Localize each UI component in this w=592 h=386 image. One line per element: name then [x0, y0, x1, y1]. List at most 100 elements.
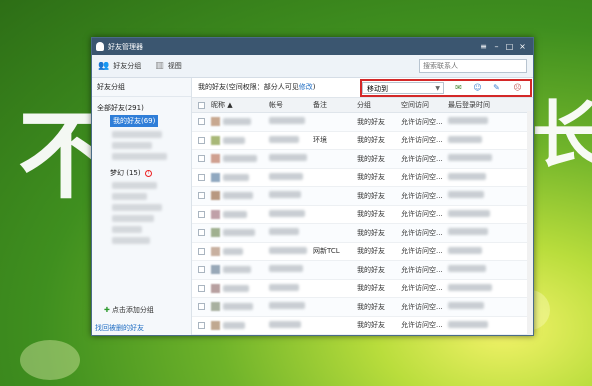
space-access-cell: 允许访问空...: [401, 173, 443, 182]
tab-view-label: 视图: [167, 62, 182, 70]
row-checkbox[interactable]: [198, 136, 205, 144]
scrollbar[interactable]: [527, 111, 533, 335]
table-header: 昵称 ▲ 帐号 备注 分组 空间访问 最后登录时间: [192, 97, 533, 113]
add-friend-icon[interactable]: ☺: [472, 83, 483, 93]
edit-friend-icon[interactable]: ✎: [491, 83, 502, 93]
table-row[interactable]: 我的好友 允许访问空...: [192, 280, 533, 298]
table-row[interactable]: 我的好友 允许访问空...: [192, 169, 533, 187]
group-item-blurred[interactable]: [112, 226, 142, 233]
blurred-nickname: [223, 303, 253, 311]
space-access-cell: 允许访问空...: [401, 210, 443, 219]
row-checkbox[interactable]: [198, 266, 205, 274]
account-cell: [269, 283, 313, 293]
modify-permission-link[interactable]: 修改: [299, 83, 313, 91]
permission-close: ): [312, 83, 316, 91]
tab-friend-groups-label: 好友分组: [113, 62, 142, 70]
row-checkbox[interactable]: [198, 247, 205, 255]
group-my-friends[interactable]: 我的好友(69): [110, 115, 159, 127]
search-input[interactable]: [419, 59, 527, 73]
row-checkbox[interactable]: [198, 173, 205, 181]
row-checkbox[interactable]: [198, 118, 205, 126]
chevron-down-icon: ▼: [435, 85, 440, 92]
select-all-checkbox[interactable]: [198, 101, 205, 109]
row-checkbox[interactable]: [198, 155, 205, 163]
group-cell: 我的好友: [357, 265, 385, 274]
row-checkbox[interactable]: [198, 210, 205, 218]
group-cell: 我的好友: [357, 302, 385, 311]
add-group-button[interactable]: ✚ 点击添加分组: [104, 305, 154, 315]
blurred-account: [269, 135, 299, 143]
col-note[interactable]: 备注: [313, 100, 357, 110]
row-checkbox[interactable]: [198, 229, 205, 237]
avatar: [211, 154, 220, 164]
group-cell: 我的好友: [357, 191, 385, 200]
table-row[interactable]: 我的好友 允许访问空...: [192, 187, 533, 206]
table-row[interactable]: 我的好友 允许访问空...: [192, 150, 533, 169]
table-body: 我的好友 允许访问空... 环境 我的好友 允许访问空... 我的好友 允许访问空... 我的…: [192, 113, 533, 335]
account-cell: [269, 265, 313, 274]
blurred-login-time: [448, 302, 484, 310]
col-space-access[interactable]: 空间访问: [401, 100, 448, 110]
blurred-nickname: [223, 192, 253, 200]
col-group[interactable]: 分组: [357, 100, 401, 110]
group-item-blurred[interactable]: [112, 153, 167, 160]
send-email-icon[interactable]: ✉: [453, 83, 464, 93]
table-row[interactable]: 我的好友 允许访问空...: [192, 261, 533, 280]
table-row[interactable]: 网新TCL 我的好友 允许访问空...: [192, 243, 533, 261]
col-account[interactable]: 帐号: [269, 100, 313, 110]
group-item-blurred[interactable]: [112, 237, 150, 244]
last-login-cell: [448, 209, 533, 219]
account-cell: [269, 135, 313, 145]
group-item-blurred[interactable]: [112, 131, 162, 138]
table-row[interactable]: 我的好友 允许访问空...: [192, 224, 533, 243]
delete-friend-icon[interactable]: ☹: [512, 83, 523, 93]
space-access-cell: 允许访问空...: [401, 265, 443, 274]
table-row[interactable]: 环境 我的好友 允许访问空...: [192, 132, 533, 150]
row-checkbox[interactable]: [198, 303, 205, 311]
col-last-login[interactable]: 最后登录时间: [448, 100, 533, 110]
menu-button[interactable]: ≡: [477, 42, 490, 51]
blurred-login-time: [448, 191, 484, 199]
blurred-login-time: [448, 135, 482, 143]
last-login-cell: [448, 117, 533, 126]
last-login-cell: [448, 283, 533, 293]
group-item-blurred[interactable]: [112, 215, 154, 222]
table-row[interactable]: 我的好友 允许访问空...: [192, 317, 533, 335]
close-button[interactable]: ×: [516, 42, 529, 51]
background-glyph-right: 长: [532, 92, 592, 177]
avatar: [211, 265, 220, 275]
group-item-blurred[interactable]: [112, 193, 147, 200]
group-all-friends[interactable]: 全部好友(291): [92, 103, 191, 113]
group-cell: 我的好友: [357, 154, 385, 163]
group-cell: 我的好友: [357, 284, 385, 293]
move-to-dropdown[interactable]: 移动到 ▼: [362, 82, 444, 94]
minimize-button[interactable]: –: [490, 42, 503, 51]
col-nickname[interactable]: 昵称 ▲: [211, 100, 269, 110]
row-checkbox[interactable]: [198, 321, 205, 329]
last-login-cell: [448, 320, 533, 330]
note-cell: 网新TCL: [313, 247, 340, 256]
row-checkbox[interactable]: [198, 284, 205, 292]
nickname-cell: [211, 209, 269, 219]
find-deleted-friends-link[interactable]: 找回被删的好友: [95, 323, 144, 333]
group-item-blurred[interactable]: [112, 142, 152, 149]
blurred-account: [269, 246, 307, 254]
table-row[interactable]: 我的好友 允许访问空...: [192, 298, 533, 317]
users-icon: 👥: [98, 61, 110, 71]
blurred-account: [269, 191, 301, 199]
table-row[interactable]: 我的好友 允许访问空...: [192, 206, 533, 224]
last-login-cell: [448, 191, 533, 200]
table-row[interactable]: 我的好友 允许访问空...: [192, 113, 533, 132]
tab-friend-groups[interactable]: 👥 好友分组: [98, 61, 141, 71]
group-menghuan[interactable]: 梦幻 (15): [110, 169, 141, 177]
blurred-login-time: [448, 246, 482, 254]
row-checkbox[interactable]: [198, 192, 205, 200]
group-cell: 我的好友: [357, 210, 385, 219]
group-item-blurred[interactable]: [112, 182, 157, 189]
tab-view[interactable]: ▥ 视图: [155, 61, 182, 71]
avatar: [211, 283, 220, 293]
group-item-blurred[interactable]: [112, 204, 162, 211]
sidebar: 好友分组 全部好友(291) 我的好友(69) 梦幻 (15) ! ✚ 点击添加分…: [92, 78, 192, 335]
avatar: [211, 191, 220, 201]
maximize-button[interactable]: □: [503, 42, 516, 51]
